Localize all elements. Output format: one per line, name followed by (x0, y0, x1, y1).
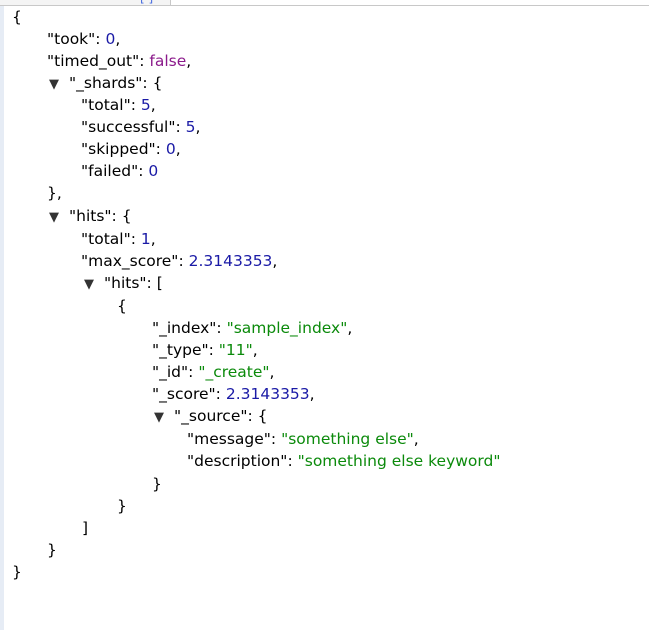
json-key-hits-max-score: "max_score" (81, 252, 179, 270)
collapse-triangle-icon[interactable]: ▼ (84, 274, 104, 296)
json-line-timed-out: "timed_out": false, (47, 52, 192, 70)
json-key-shards-total: "total" (81, 96, 131, 114)
json-value-index: "sample_index" (226, 319, 348, 337)
json-line-hits-hits: ▼ "hits": [ (84, 272, 163, 294)
json-value-id: "_create" (198, 363, 270, 381)
json-key-shards-failed: "failed" (81, 162, 139, 180)
json-key-hits[interactable]: "hits" (69, 207, 112, 225)
json-value-took: 0 (105, 30, 116, 48)
json-line-hits-max-score: "max_score": 2.3143353, (81, 252, 278, 270)
json-key-type: "_type" (152, 341, 209, 359)
json-value-shards-skipped: 0 (165, 140, 176, 158)
json-value-shards-failed: 0 (148, 162, 159, 180)
collapse-triangle-icon[interactable]: ▼ (49, 207, 69, 229)
json-line-score: "_score": 2.3143353, (152, 385, 315, 403)
json-value-type: "11" (218, 341, 253, 359)
json-line-hit-close: } (117, 497, 127, 515)
json-line-shards-skipped: "skipped": 0, (81, 140, 181, 158)
json-value-shards-successful: 5 (185, 118, 196, 136)
json-value-description: "something else keyword" (297, 452, 501, 470)
json-key-timed-out: "timed_out" (47, 52, 140, 70)
json-line-root-close: } (12, 563, 22, 581)
json-line-source: ▼ "_source": { (154, 405, 268, 427)
collapse-triangle-icon[interactable]: ▼ (154, 407, 174, 429)
json-key-shards-skipped: "skipped" (81, 140, 156, 158)
json-value-hits-total: 1 (140, 230, 151, 248)
json-key-hits-total: "total" (81, 230, 131, 248)
json-line-hits-total: "total": 1, (81, 230, 156, 248)
json-key-message: "message" (187, 430, 271, 448)
json-line-took: "took": 0, (47, 30, 121, 48)
json-line-id: "_id": "_create", (152, 363, 275, 381)
json-line-shards-failed: "failed": 0 (81, 162, 159, 180)
json-line-source-close: } (152, 475, 162, 493)
open-brace: { (12, 8, 22, 26)
json-key-id: "_id" (152, 363, 189, 381)
json-key-index: "_index" (152, 319, 217, 337)
json-line-shards: ▼ "_shards": { (49, 72, 162, 94)
json-value-shards-total: 5 (140, 96, 151, 114)
json-line-type: "_type": "11", (152, 341, 258, 359)
json-line-index: "_index": "sample_index", (152, 319, 353, 337)
json-line-root-open: { (12, 6, 22, 28)
json-key-took: "took" (47, 30, 96, 48)
json-line-description: "description": "something else keyword" (187, 452, 501, 470)
json-value-timed-out: false (149, 52, 187, 70)
json-line-shards-total: "total": 5, (81, 96, 156, 114)
json-line-message: "message": "something else", (187, 430, 419, 448)
json-line-hits-close: } (47, 541, 57, 559)
json-key-description: "description" (187, 452, 288, 470)
json-line-shards-successful: "successful": 5, (81, 118, 201, 136)
json-line-hits-array-close: ] (82, 519, 89, 537)
json-line-shards-close: }, (47, 184, 62, 202)
json-key-shards[interactable]: "_shards" (69, 74, 142, 92)
json-value-score: 2.3143353 (225, 385, 310, 403)
json-value-hits-max-score: 2.3143353 (188, 252, 273, 270)
json-viewer: { "took": 0, "timed_out": false, ▼ "_shar… (0, 0, 649, 630)
json-key-hits-hits[interactable]: "hits" (104, 274, 147, 292)
json-key-source[interactable]: "_source" (174, 407, 247, 425)
json-key-score: "_score" (152, 385, 216, 403)
json-line-hit-open: { (117, 297, 127, 315)
json-value-message: "something else" (281, 430, 414, 448)
json-line-hits: ▼ "hits": { (49, 205, 132, 227)
collapse-triangle-icon[interactable]: ▼ (49, 74, 69, 96)
json-key-shards-successful: "successful" (81, 118, 176, 136)
